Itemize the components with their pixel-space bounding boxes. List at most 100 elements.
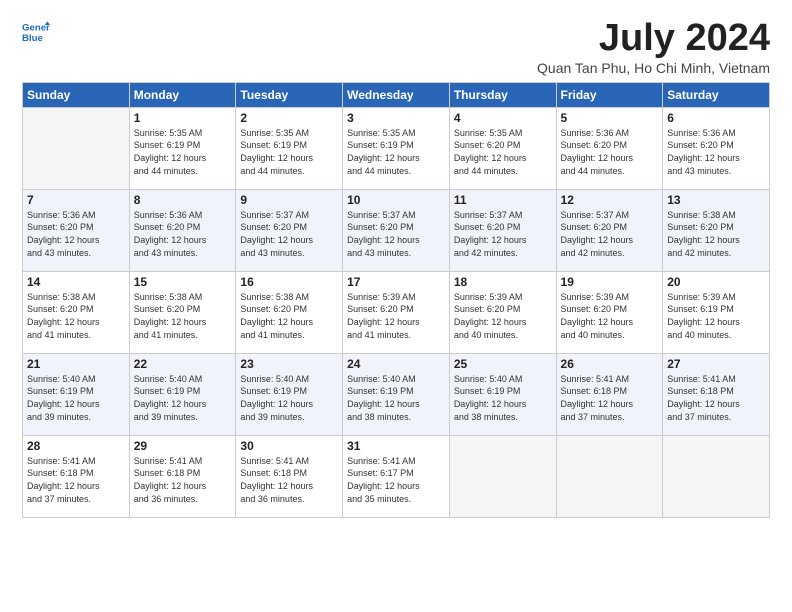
calendar-week-row: 7 Sunrise: 5:36 AM Sunset: 6:20 PM Daylig… — [23, 189, 770, 271]
header-thursday: Thursday — [449, 82, 556, 107]
day-info: Sunrise: 5:38 AM Sunset: 6:20 PM Dayligh… — [134, 291, 232, 341]
day-info: Sunrise: 5:36 AM Sunset: 6:20 PM Dayligh… — [561, 127, 659, 177]
day-info: Sunrise: 5:39 AM Sunset: 6:19 PM Dayligh… — [667, 291, 765, 341]
month-title: July 2024 — [537, 18, 770, 60]
day-number: 21 — [27, 357, 125, 371]
table-row — [556, 435, 663, 517]
day-number: 16 — [240, 275, 338, 289]
table-row: 28 Sunrise: 5:41 AM Sunset: 6:18 PM Dayli… — [23, 435, 130, 517]
calendar-week-row: 21 Sunrise: 5:40 AM Sunset: 6:19 PM Dayli… — [23, 353, 770, 435]
table-row — [663, 435, 770, 517]
table-row: 30 Sunrise: 5:41 AM Sunset: 6:18 PM Dayli… — [236, 435, 343, 517]
header-tuesday: Tuesday — [236, 82, 343, 107]
day-number: 17 — [347, 275, 445, 289]
day-info: Sunrise: 5:35 AM Sunset: 6:19 PM Dayligh… — [134, 127, 232, 177]
day-info: Sunrise: 5:39 AM Sunset: 6:20 PM Dayligh… — [561, 291, 659, 341]
day-info: Sunrise: 5:35 AM Sunset: 6:19 PM Dayligh… — [240, 127, 338, 177]
day-info: Sunrise: 5:40 AM Sunset: 6:19 PM Dayligh… — [134, 373, 232, 423]
header: General Blue July 2024 Quan Tan Phu, Ho … — [22, 18, 770, 76]
day-number: 18 — [454, 275, 552, 289]
table-row: 24Sunrise: 5:40 AM Sunset: 6:19 PM Dayli… — [343, 353, 450, 435]
table-row: 2Sunrise: 5:35 AM Sunset: 6:19 PM Daylig… — [236, 107, 343, 189]
table-row: 10 Sunrise: 5:37 AM Sunset: 6:20 PM Dayli… — [343, 189, 450, 271]
table-row: 22Sunrise: 5:40 AM Sunset: 6:19 PM Dayli… — [129, 353, 236, 435]
table-row — [23, 107, 130, 189]
day-info: Sunrise: 5:39 AM Sunset: 6:20 PM Dayligh… — [454, 291, 552, 341]
logo-icon: General Blue — [22, 18, 50, 46]
day-info: Sunrise: 5:39 AM Sunset: 6:20 PM Dayligh… — [347, 291, 445, 341]
day-info: Sunrise: 5:41 AM Sunset: 6:18 PM Dayligh… — [240, 455, 338, 505]
day-number: 12 — [561, 193, 659, 207]
table-row: 13Sunrise: 5:38 AM Sunset: 6:20 PM Dayli… — [663, 189, 770, 271]
day-number: 13 — [667, 193, 765, 207]
calendar-week-row: 28 Sunrise: 5:41 AM Sunset: 6:18 PM Dayli… — [23, 435, 770, 517]
day-number: 15 — [134, 275, 232, 289]
table-row: 3Sunrise: 5:35 AM Sunset: 6:19 PM Daylig… — [343, 107, 450, 189]
table-row: 1 Sunrise: 5:35 AM Sunset: 6:19 PM Daylig… — [129, 107, 236, 189]
day-info: Sunrise: 5:36 AM Sunset: 6:20 PM Dayligh… — [27, 209, 125, 259]
table-row: 17 Sunrise: 5:39 AM Sunset: 6:20 PM Dayli… — [343, 271, 450, 353]
table-row: 6 Sunrise: 5:36 AM Sunset: 6:20 PM Daylig… — [663, 107, 770, 189]
table-row: 20 Sunrise: 5:39 AM Sunset: 6:19 PM Dayli… — [663, 271, 770, 353]
calendar-week-row: 1 Sunrise: 5:35 AM Sunset: 6:19 PM Daylig… — [23, 107, 770, 189]
day-info: Sunrise: 5:40 AM Sunset: 6:19 PM Dayligh… — [27, 373, 125, 423]
day-info: Sunrise: 5:41 AM Sunset: 6:18 PM Dayligh… — [667, 373, 765, 423]
header-sunday: Sunday — [23, 82, 130, 107]
day-number: 1 — [134, 111, 232, 125]
table-row: 14Sunrise: 5:38 AM Sunset: 6:20 PM Dayli… — [23, 271, 130, 353]
calendar-table: Sunday Monday Tuesday Wednesday Thursday… — [22, 82, 770, 518]
table-row: 15 Sunrise: 5:38 AM Sunset: 6:20 PM Dayli… — [129, 271, 236, 353]
day-number: 7 — [27, 193, 125, 207]
table-row: 18 Sunrise: 5:39 AM Sunset: 6:20 PM Dayli… — [449, 271, 556, 353]
day-info: Sunrise: 5:41 AM Sunset: 6:18 PM Dayligh… — [134, 455, 232, 505]
day-number: 28 — [27, 439, 125, 453]
day-number: 27 — [667, 357, 765, 371]
day-number: 23 — [240, 357, 338, 371]
day-info: Sunrise: 5:35 AM Sunset: 6:20 PM Dayligh… — [454, 127, 552, 177]
day-number: 6 — [667, 111, 765, 125]
day-number: 19 — [561, 275, 659, 289]
day-number: 30 — [240, 439, 338, 453]
day-number: 8 — [134, 193, 232, 207]
table-row: 31 Sunrise: 5:41 AM Sunset: 6:17 PM Dayli… — [343, 435, 450, 517]
day-number: 20 — [667, 275, 765, 289]
location-subtitle: Quan Tan Phu, Ho Chi Minh, Vietnam — [537, 60, 770, 76]
day-number: 10 — [347, 193, 445, 207]
table-row: 11 Sunrise: 5:37 AM Sunset: 6:20 PM Dayli… — [449, 189, 556, 271]
day-info: Sunrise: 5:40 AM Sunset: 6:19 PM Dayligh… — [347, 373, 445, 423]
day-number: 5 — [561, 111, 659, 125]
day-info: Sunrise: 5:41 AM Sunset: 6:18 PM Dayligh… — [27, 455, 125, 505]
day-number: 11 — [454, 193, 552, 207]
header-wednesday: Wednesday — [343, 82, 450, 107]
day-info: Sunrise: 5:37 AM Sunset: 6:20 PM Dayligh… — [240, 209, 338, 259]
day-info: Sunrise: 5:38 AM Sunset: 6:20 PM Dayligh… — [240, 291, 338, 341]
logo: General Blue — [22, 18, 50, 46]
day-number: 29 — [134, 439, 232, 453]
table-row: 7 Sunrise: 5:36 AM Sunset: 6:20 PM Daylig… — [23, 189, 130, 271]
day-info: Sunrise: 5:40 AM Sunset: 6:19 PM Dayligh… — [454, 373, 552, 423]
day-number: 31 — [347, 439, 445, 453]
header-monday: Monday — [129, 82, 236, 107]
header-friday: Friday — [556, 82, 663, 107]
day-info: Sunrise: 5:41 AM Sunset: 6:17 PM Dayligh… — [347, 455, 445, 505]
calendar-page: General Blue July 2024 Quan Tan Phu, Ho … — [0, 0, 792, 612]
table-row: 5 Sunrise: 5:36 AM Sunset: 6:20 PM Daylig… — [556, 107, 663, 189]
table-row: 23 Sunrise: 5:40 AM Sunset: 6:19 PM Dayli… — [236, 353, 343, 435]
table-row: 16 Sunrise: 5:38 AM Sunset: 6:20 PM Dayli… — [236, 271, 343, 353]
day-number: 4 — [454, 111, 552, 125]
day-info: Sunrise: 5:41 AM Sunset: 6:18 PM Dayligh… — [561, 373, 659, 423]
day-info: Sunrise: 5:37 AM Sunset: 6:20 PM Dayligh… — [347, 209, 445, 259]
table-row: 21 Sunrise: 5:40 AM Sunset: 6:19 PM Dayli… — [23, 353, 130, 435]
title-block: July 2024 Quan Tan Phu, Ho Chi Minh, Vie… — [537, 18, 770, 76]
header-saturday: Saturday — [663, 82, 770, 107]
calendar-week-row: 14 Sunrise: 5:38 AM Sunset: 6:20 PM Dayli… — [23, 271, 770, 353]
day-number: 25 — [454, 357, 552, 371]
table-row: 12Sunrise: 5:37 AM Sunset: 6:20 PM Dayli… — [556, 189, 663, 271]
day-number: 14 — [27, 275, 125, 289]
day-info: Sunrise: 5:35 AM Sunset: 6:19 PM Dayligh… — [347, 127, 445, 177]
day-number: 9 — [240, 193, 338, 207]
day-info: Sunrise: 5:40 AM Sunset: 6:19 PM Dayligh… — [240, 373, 338, 423]
day-info: Sunrise: 5:37 AM Sunset: 6:20 PM Dayligh… — [454, 209, 552, 259]
table-row: 8Sunrise: 5:36 AM Sunset: 6:20 PM Daylig… — [129, 189, 236, 271]
day-info: Sunrise: 5:36 AM Sunset: 6:20 PM Dayligh… — [667, 127, 765, 177]
